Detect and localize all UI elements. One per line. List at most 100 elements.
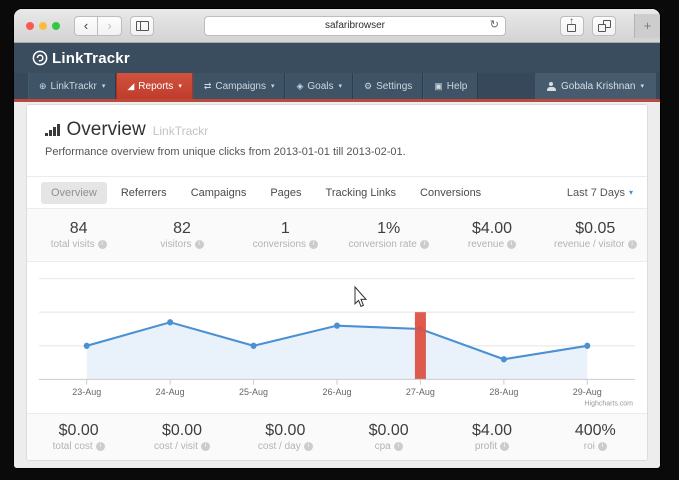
- page-title: Overview: [67, 120, 146, 139]
- data-point-28-Aug: [501, 356, 507, 362]
- stat-label: conversion ratei: [348, 240, 428, 250]
- logo-text: LinkTrackr: [52, 50, 130, 67]
- stat-cost-day: $0.00cost / dayi: [234, 414, 337, 460]
- stat-value: $0.00: [369, 423, 409, 439]
- close-window-button[interactable]: [26, 22, 34, 30]
- stat-cpa: $0.00cpai: [337, 414, 440, 460]
- history-buttons: ‹ ›: [74, 16, 122, 36]
- x-axis-label: 24-Aug: [156, 387, 185, 397]
- stat-total-visits: 84total visitsi: [27, 209, 130, 261]
- x-axis-label: 27-Aug: [406, 387, 435, 397]
- x-axis-label: 28-Aug: [489, 387, 518, 397]
- data-point-23-Aug: [84, 343, 90, 349]
- stat-value: 1%: [377, 221, 400, 237]
- bottom-stats-row: $0.00 total costi $0.00 cost / visiti $0.00c…: [27, 413, 647, 460]
- user-name: Gobala Krishnan: [561, 81, 636, 92]
- nav-item-campaigns[interactable]: ⇄Campaigns▾: [193, 73, 286, 99]
- stat-value: $0.00: [265, 423, 305, 439]
- tab-conversions[interactable]: Conversions: [410, 182, 491, 204]
- nav-item-reports[interactable]: ◢Reports▾: [116, 73, 192, 99]
- tab-overview[interactable]: Overview: [41, 182, 107, 204]
- chart-icon: ◢: [127, 82, 134, 91]
- info-icon[interactable]: i: [309, 240, 318, 249]
- stat-value: $4.00: [472, 221, 512, 237]
- forward-button[interactable]: ›: [98, 16, 122, 36]
- info-icon[interactable]: i: [420, 240, 429, 249]
- date-range-selector[interactable]: Last 7 Days ▾: [567, 187, 633, 199]
- main-nav: ⊕LinkTrackr▾◢Reports▾⇄Campaigns▾◈Goals▾⚙…: [14, 73, 660, 99]
- stat-label: cost / visiti: [154, 442, 210, 452]
- sidebar-toggle-button[interactable]: [130, 16, 154, 36]
- new-tab-button[interactable]: +: [634, 14, 660, 38]
- nav-item-label: LinkTrackr: [51, 81, 97, 92]
- x-axis-label: 23-Aug: [72, 387, 101, 397]
- data-point-25-Aug: [251, 343, 257, 349]
- stat-revenue: $4.00revenuei: [440, 209, 543, 261]
- info-icon[interactable]: i: [628, 240, 637, 249]
- info-icon[interactable]: i: [195, 240, 204, 249]
- share-icon: ↑: [566, 19, 578, 32]
- linktrackr-logo[interactable]: LinkTrackr: [32, 50, 130, 67]
- info-icon[interactable]: i: [598, 442, 607, 451]
- info-icon[interactable]: i: [98, 240, 107, 249]
- stat-cost-visit: $0.00 cost / visiti: [130, 414, 233, 460]
- info-icon[interactable]: i: [507, 240, 516, 249]
- tab-referrers[interactable]: Referrers: [111, 182, 177, 204]
- stat-value: 84: [70, 221, 88, 237]
- address-bar[interactable]: safaribrowser ↻: [204, 16, 506, 36]
- show-tabs-button[interactable]: [592, 16, 616, 36]
- stat-value: $0.00: [162, 423, 202, 439]
- tab-campaigns[interactable]: Campaigns: [181, 182, 257, 204]
- forward-icon: ›: [107, 18, 111, 33]
- share-button[interactable]: ↑: [560, 16, 584, 36]
- tab-tracking-links[interactable]: Tracking Links: [316, 182, 407, 204]
- medkit-icon: ▣: [434, 82, 443, 91]
- tab-pages[interactable]: Pages: [260, 182, 311, 204]
- date-range-label: Last 7 Days: [567, 187, 625, 199]
- report-tabs: OverviewReferrersCampaignsPagesTracking …: [41, 182, 491, 204]
- tabs-overview-icon: [598, 20, 611, 32]
- info-icon[interactable]: i: [96, 442, 105, 451]
- minimize-window-button[interactable]: [39, 22, 47, 30]
- nav-item-label: Settings: [376, 81, 412, 92]
- back-icon: ‹: [84, 18, 88, 33]
- nav-item-label: Campaigns: [215, 81, 266, 92]
- stat-label: revenue / visitori: [554, 240, 637, 250]
- user-menu[interactable]: Gobala Krishnan ▾: [535, 73, 656, 99]
- x-axis-label: 26-Aug: [322, 387, 351, 397]
- clicks-chart[interactable]: 23-Aug24-Aug25-Aug26-Aug27-Aug28-Aug29-A…: [27, 262, 647, 413]
- stat-label: roii: [584, 442, 607, 452]
- zoom-window-button[interactable]: [52, 22, 60, 30]
- traffic-lights: [26, 22, 60, 30]
- info-icon[interactable]: i: [201, 442, 210, 451]
- back-button[interactable]: ‹: [74, 16, 98, 36]
- nav-item-settings[interactable]: ⚙ Settings: [353, 73, 423, 99]
- nav-item-goals[interactable]: ◈Goals▾: [285, 73, 353, 99]
- page-background: Overview LinkTrackr Performance overview…: [14, 102, 660, 468]
- wrench-icon: ⚙: [364, 82, 372, 91]
- nav-item-linktrackr[interactable]: ⊕LinkTrackr▾: [28, 73, 116, 99]
- info-icon[interactable]: i: [500, 442, 509, 451]
- stat-label: conversionsi: [253, 240, 318, 250]
- stat-value: 400%: [575, 423, 616, 439]
- info-icon[interactable]: i: [394, 442, 403, 451]
- stat-value: 1: [281, 221, 290, 237]
- stat-value: $4.00: [472, 423, 512, 439]
- page-title-suffix: LinkTrackr: [153, 124, 209, 139]
- info-icon[interactable]: i: [304, 442, 313, 451]
- browser-window: ‹ › safaribrowser ↻ ↑ +: [14, 9, 660, 468]
- url-text: safaribrowser: [325, 20, 385, 31]
- nav-items: ⊕LinkTrackr▾◢Reports▾⇄Campaigns▾◈Goals▾⚙…: [28, 73, 478, 99]
- stat-value: $0.00: [59, 423, 99, 439]
- data-point-24-Aug: [167, 319, 173, 325]
- stat-conversions: 1 conversionsi: [234, 209, 337, 261]
- reload-icon[interactable]: ↻: [490, 20, 499, 31]
- report-header: Overview LinkTrackr Performance overview…: [27, 105, 647, 176]
- top-stats-row: 84total visitsi82visitorsi1conversionsi1…: [27, 208, 647, 262]
- nav-item-label: Reports: [138, 81, 173, 92]
- stat-profit: $4.00profiti: [440, 414, 543, 460]
- stat-roi: 400% roii: [544, 414, 647, 460]
- stat-label: total costi: [53, 442, 105, 452]
- nav-item-help[interactable]: ▣Help: [423, 73, 478, 99]
- stat-value: $0.05: [575, 221, 615, 237]
